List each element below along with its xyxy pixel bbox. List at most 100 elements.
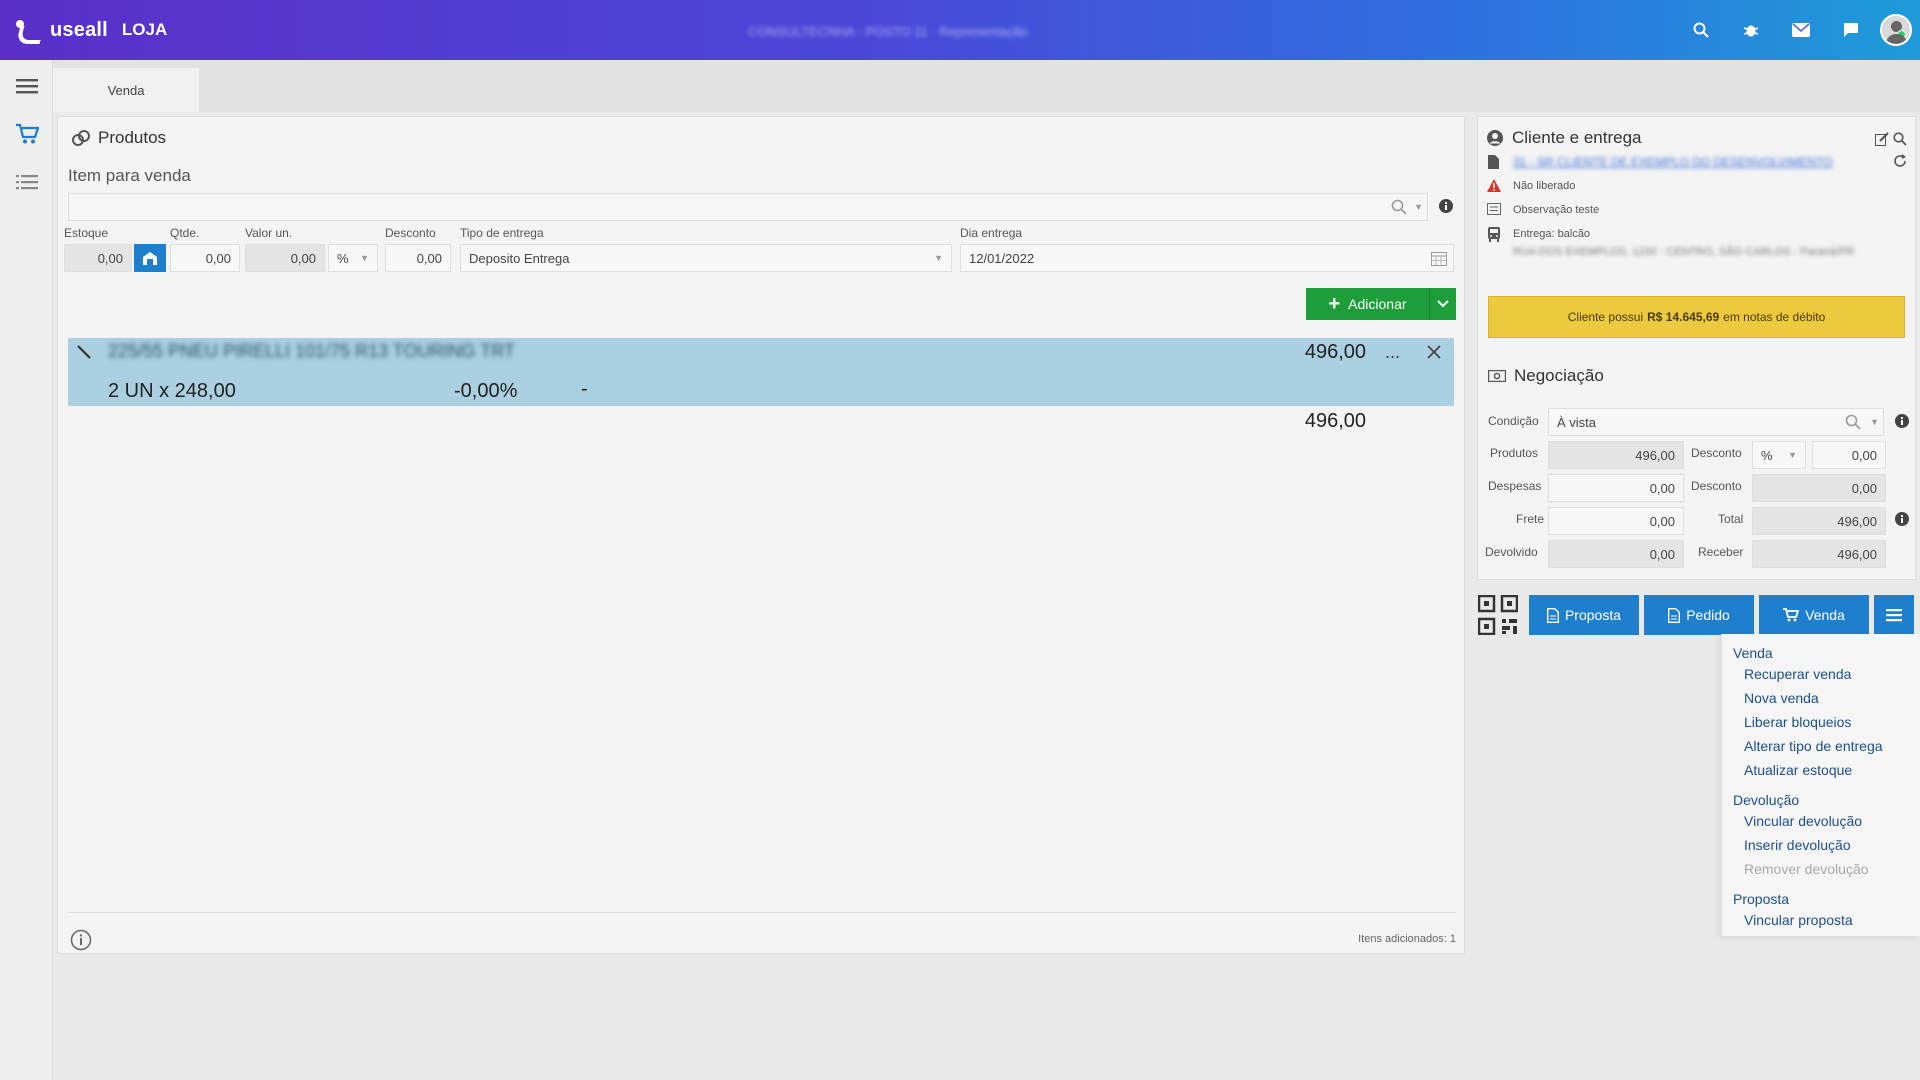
menu-item-alterar-tipo-entrega[interactable]: Alterar tipo de entrega xyxy=(1744,738,1883,754)
delivery-address: RUA DOS EXEMPLOS, 1234 - CENTRO, SÃO CAR… xyxy=(1513,246,1855,258)
menu-item-inserir-devolucao[interactable]: Inserir devolução xyxy=(1744,837,1851,853)
condicao-label: Condição xyxy=(1488,414,1539,428)
menu-item-remover-devolucao: Remover devolução xyxy=(1744,861,1869,877)
tab-venda[interactable]: Venda xyxy=(53,68,199,112)
add-button[interactable]: + Adicionar xyxy=(1306,288,1429,320)
warehouse-icon xyxy=(143,252,157,265)
pedido-button[interactable]: Pedido xyxy=(1644,595,1754,635)
customer-name-link[interactable]: 31 - SR CLIENTE DE EXEMPLO DO DESENVOLVI… xyxy=(1513,155,1833,169)
info-icon[interactable] xyxy=(1439,199,1453,216)
search-icon[interactable] xyxy=(1845,414,1861,433)
cart-icon xyxy=(1783,608,1800,622)
remove-item-icon[interactable] xyxy=(1426,344,1442,363)
cart-icon[interactable] xyxy=(0,110,53,158)
menu-item-vincular-proposta[interactable]: Vincular proposta xyxy=(1744,912,1853,928)
produtos-label: Produtos xyxy=(1490,446,1539,460)
desconto-unit-value: % xyxy=(1761,447,1773,463)
chat-icon[interactable] xyxy=(1826,0,1876,60)
menu-item-liberar-bloqueios[interactable]: Liberar bloqueios xyxy=(1744,714,1851,730)
discount-unit-select[interactable]: % ▼ xyxy=(328,244,378,272)
tipo-entrega-select[interactable]: Deposito Entrega ▼ xyxy=(460,244,952,272)
negotiation-title: Negociação xyxy=(1514,366,1604,385)
menu-item-recuperar-venda[interactable]: Recuperar venda xyxy=(1744,666,1851,682)
chevron-down-icon: ▼ xyxy=(1788,450,1797,460)
more-options-button[interactable]: ... xyxy=(1385,342,1400,363)
frete-field[interactable]: 0,00 xyxy=(1548,507,1684,535)
chevron-down-icon xyxy=(1437,300,1449,308)
stock-button[interactable] xyxy=(134,244,166,272)
desconto-label: Desconto xyxy=(385,226,436,240)
refresh-icon[interactable] xyxy=(1893,154,1907,171)
tab-strip: Venda xyxy=(53,60,1920,112)
info-icon[interactable] xyxy=(1895,414,1909,431)
customer-observation: Observação teste xyxy=(1513,204,1600,216)
qr-code-button[interactable] xyxy=(1477,594,1519,636)
desconto-unit-select[interactable]: % ▼ xyxy=(1752,441,1806,469)
search-customer-icon[interactable] xyxy=(1893,132,1907,149)
debt-warning-prefix: Cliente possui xyxy=(1567,310,1644,324)
menu-icon[interactable] xyxy=(0,62,53,110)
desconto-field[interactable]: 0,00 xyxy=(1812,441,1886,469)
add-options-button[interactable] xyxy=(1429,288,1456,320)
document-icon xyxy=(1668,607,1681,623)
proposta-button[interactable]: Proposta xyxy=(1529,595,1639,635)
bus-icon xyxy=(1487,227,1501,245)
qtde-field[interactable]: 0,00 xyxy=(170,244,240,272)
money-icon xyxy=(1488,370,1506,382)
despesas-label: Despesas xyxy=(1488,479,1542,493)
desconto-field[interactable]: 0,00 xyxy=(385,244,451,272)
receber-label: Receber xyxy=(1698,545,1744,559)
desconto2-label: Desconto xyxy=(1691,479,1742,493)
menu-item-atualizar-estoque[interactable]: Atualizar estoque xyxy=(1744,762,1852,778)
customer-title: Cliente e entrega xyxy=(1512,128,1642,147)
calendar-icon[interactable] xyxy=(1431,251,1447,269)
products-panel: Produtos Item para venda ▼ Estoque 0,00 … xyxy=(57,116,1465,954)
logo-sub: LOJA xyxy=(121,20,168,39)
products-total: 496,00 xyxy=(1304,410,1366,432)
add-button-group: + Adicionar xyxy=(1306,288,1456,320)
dia-entrega-field[interactable]: 12/01/2022 xyxy=(960,244,1454,272)
condicao-value: À vista xyxy=(1557,414,1597,430)
frete-label: Frete xyxy=(1516,512,1545,526)
user-avatar[interactable] xyxy=(1880,14,1912,46)
menu-group-venda: Venda xyxy=(1733,645,1773,661)
edit-icon[interactable] xyxy=(76,344,92,363)
info-icon[interactable] xyxy=(1895,512,1909,529)
products-title: Produtos xyxy=(98,128,167,147)
delivery-type: Entrega: balcão xyxy=(1513,228,1591,240)
app-logo[interactable]: useall LOJA xyxy=(14,16,167,44)
qtde-label: Qtde. xyxy=(170,226,200,240)
chevron-down-icon: ▼ xyxy=(360,253,369,263)
bug-icon[interactable] xyxy=(1726,0,1776,60)
actions-menu: Venda Recuperar venda Nova venda Liberar… xyxy=(1721,634,1920,936)
desconto-label: Desconto xyxy=(1691,446,1742,460)
search-icon[interactable] xyxy=(1676,0,1726,60)
dia-entrega-value: 12/01/2022 xyxy=(969,250,1035,266)
mail-icon[interactable] xyxy=(1776,0,1826,60)
customer-panel: Cliente e entrega 31 - SR CLIENTE DE EXE… xyxy=(1477,116,1916,364)
estoque-field: 0,00 xyxy=(64,244,132,272)
despesas-field[interactable]: 0,00 xyxy=(1548,474,1684,502)
menu-item-nova-venda[interactable]: Nova venda xyxy=(1744,690,1819,706)
debt-warning-suffix: em notas de débito xyxy=(1723,310,1826,324)
search-icon[interactable] xyxy=(1391,199,1407,218)
customer-header: Cliente e entrega xyxy=(1486,128,1641,148)
venda-button-label: Venda xyxy=(1805,607,1845,623)
list-icon[interactable] xyxy=(0,158,53,206)
venda-button[interactable]: Venda xyxy=(1759,595,1869,635)
document-icon xyxy=(1546,607,1559,623)
info-circle-icon[interactable] xyxy=(70,929,92,954)
footer-divider xyxy=(68,912,1456,913)
product-row[interactable]: 225/55 PNEU PIRELLI 101/75 R13 TOURING T… xyxy=(68,338,1454,406)
more-actions-button[interactable] xyxy=(1874,595,1914,635)
chevron-down-icon[interactable]: ▼ xyxy=(1414,202,1423,212)
product-dash: - xyxy=(581,378,588,400)
company-name: CONSULTECNHA - POSTO 11 · Representação xyxy=(748,24,1028,39)
menu-item-vincular-devolucao[interactable]: Vincular devolução xyxy=(1744,813,1862,829)
items-added-count: Itens adicionados: 1 xyxy=(1358,933,1456,945)
edit-customer-icon[interactable] xyxy=(1875,132,1889,149)
produtos-total-field: 496,00 xyxy=(1548,441,1684,469)
condicao-select[interactable]: À vista ▼ xyxy=(1548,408,1884,436)
item-search-input[interactable]: ▼ xyxy=(68,193,1428,221)
chevron-down-icon[interactable]: ▼ xyxy=(1870,417,1879,427)
